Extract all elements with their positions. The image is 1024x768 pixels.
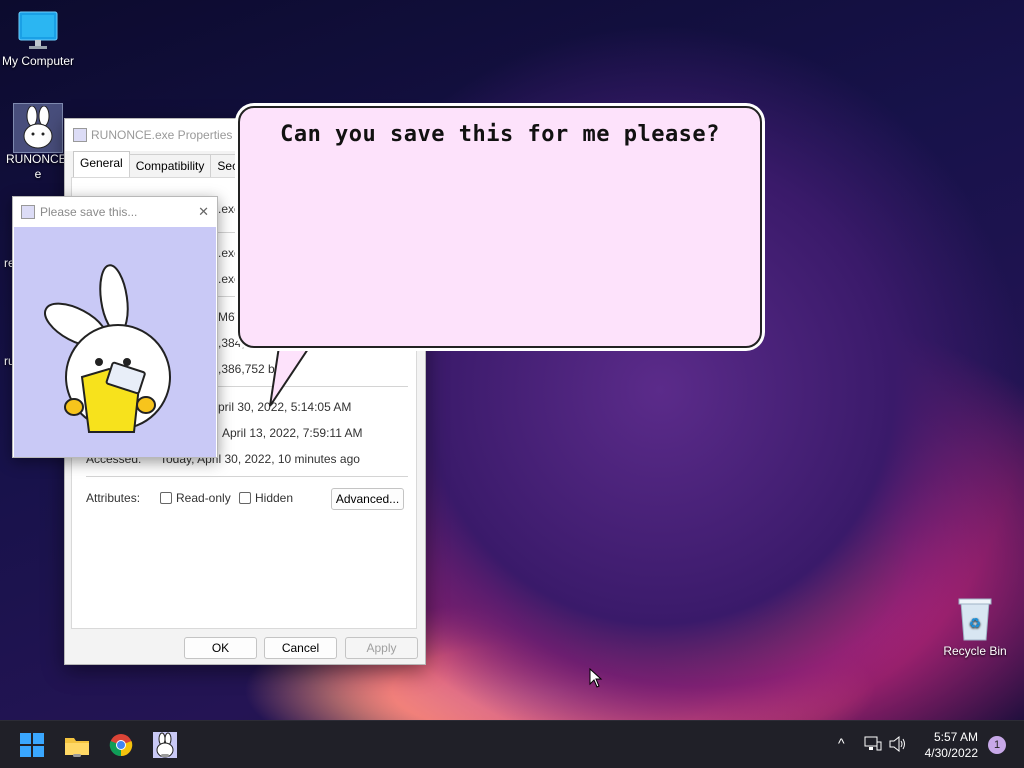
speech-bubble-text: Can you save this for me please? (280, 122, 720, 147)
save-request-popup: Please save this... ✕ (12, 196, 218, 458)
speech-bubble: Can you save this for me please? (238, 106, 762, 348)
desktop: { "desktop": { "icons": [ {"name": "my-c… (0, 0, 1024, 768)
desktop-icon-label: Recycle Bin (943, 644, 1007, 658)
volume-icon[interactable] (889, 736, 907, 752)
cancel-button[interactable]: Cancel (264, 637, 337, 659)
app-icon (21, 205, 35, 219)
clock-date: 4/30/2022 (924, 746, 978, 760)
mouse-cursor-icon (589, 668, 603, 688)
folder-icon (65, 738, 89, 755)
recycle-bin-icon: ♻ (955, 596, 995, 644)
popup-body (14, 227, 216, 457)
attributes-label: Attributes: (86, 491, 141, 505)
bunny-icon (13, 103, 63, 153)
ok-button[interactable]: OK (184, 637, 257, 659)
checkbox-box (239, 492, 251, 504)
taskbar-runonce[interactable] (149, 729, 181, 761)
taskbar-chrome[interactable] (105, 729, 137, 761)
apply-button[interactable]: Apply (345, 637, 418, 659)
desktop-icon-my-computer[interactable]: My Computer (0, 8, 76, 69)
taskbar-clock[interactable]: 5:57 AM 4/30/2022 (925, 729, 978, 761)
popup-title: Please save this... (40, 205, 138, 219)
taskbar: ^ 5:57 AM 4/30/2022 1 (0, 720, 1024, 768)
monitor-icon (17, 8, 59, 54)
window-title: RUNONCE.exe Properties (91, 128, 233, 142)
tab-general[interactable]: General (73, 151, 130, 177)
running-indicator (161, 754, 169, 757)
desktop-icon-label: My Computer (1, 54, 75, 68)
readonly-label: Read-only (176, 491, 231, 505)
svg-text:♻: ♻ (969, 615, 982, 631)
readonly-checkbox[interactable]: Read-only (160, 491, 231, 505)
desktop-icon-recycle-bin[interactable]: ♻ Recycle Bin (936, 596, 1014, 659)
chrome-icon (109, 734, 133, 757)
taskbar-file-explorer[interactable] (61, 729, 93, 761)
hidden-label: Hidden (255, 491, 294, 505)
clock-time: 5:57 AM (933, 730, 978, 744)
close-icon[interactable]: ✕ (198, 204, 209, 220)
windows-logo-icon (20, 733, 44, 757)
tab-compatibility[interactable]: Compatibility (128, 154, 212, 177)
divider (86, 476, 408, 477)
modified-value: April 13, 2022, 7:59:11 AM (222, 426, 363, 440)
notification-badge[interactable]: 1 (988, 736, 1006, 754)
advanced-button[interactable]: Advanced... (331, 488, 404, 510)
bunny-holding-folder-illustration (44, 264, 171, 433)
app-icon (73, 128, 87, 142)
speech-bubble-tail (269, 340, 318, 407)
checkbox-box (160, 492, 172, 504)
popup-title-bar[interactable]: Please save this... ✕ (13, 197, 217, 227)
hidden-checkbox[interactable]: Hidden (239, 491, 293, 505)
chevron-up-icon[interactable]: ^ (838, 735, 845, 751)
network-icon[interactable] (864, 736, 882, 752)
running-indicator (73, 754, 81, 757)
start-button[interactable] (16, 729, 48, 761)
